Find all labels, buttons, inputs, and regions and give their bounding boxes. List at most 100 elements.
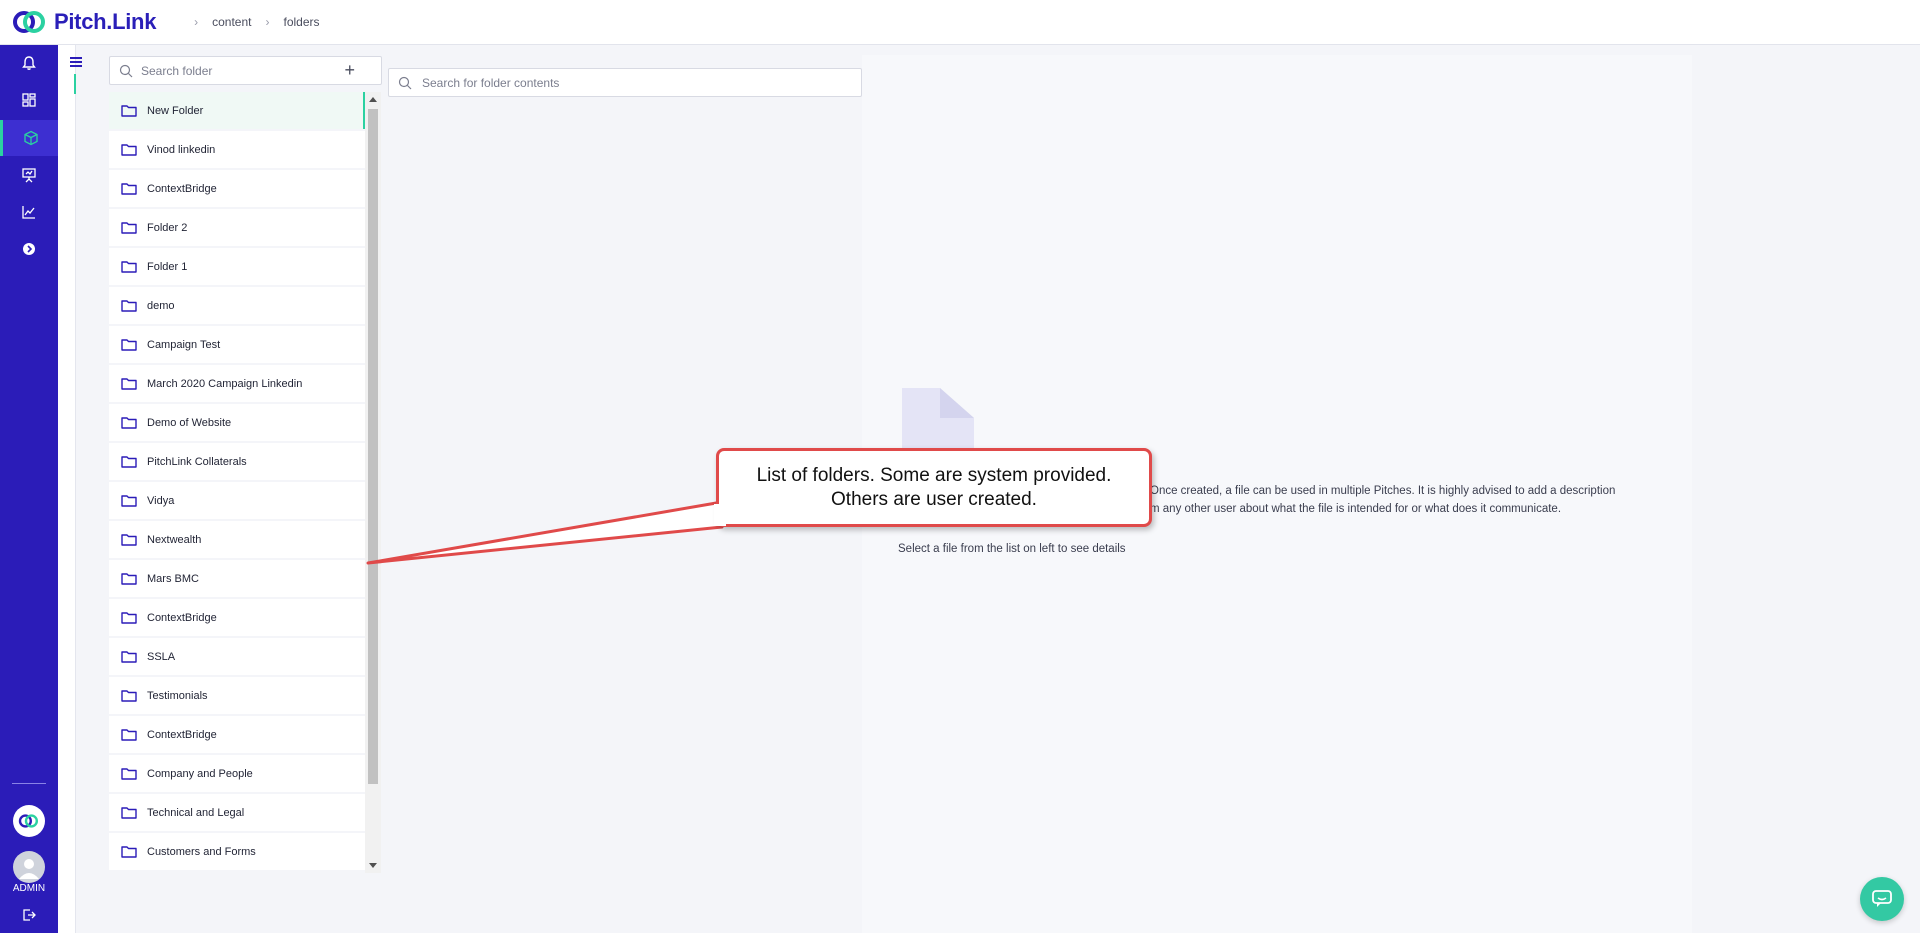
pitches-nav[interactable]	[0, 157, 58, 193]
folder-list-item[interactable]: Folder 2	[109, 209, 365, 246]
rail-divider	[12, 783, 46, 784]
user-avatar[interactable]	[13, 851, 45, 883]
folder-icon	[121, 533, 137, 546]
folder-name: PitchLink Collaterals	[147, 455, 247, 468]
folder-list-item[interactable]: ContextBridge	[109, 716, 365, 753]
folder-list-item[interactable]: Testimonials	[109, 677, 365, 714]
user-icon	[19, 859, 39, 879]
scroll-down-arrow[interactable]	[369, 863, 377, 868]
folder-icon	[121, 650, 137, 663]
folder-name: Campaign Test	[147, 338, 221, 351]
expand-nav[interactable]	[0, 231, 58, 267]
folder-name: Nextwealth	[147, 533, 202, 546]
chevron-right-icon: ›	[194, 15, 199, 29]
breadcrumb-folders[interactable]: folders	[284, 15, 320, 29]
content-cube-icon	[23, 130, 38, 146]
folder-icon	[121, 338, 137, 351]
notifications-nav[interactable]	[0, 45, 58, 81]
strip-accent	[74, 74, 76, 94]
folder-list-item[interactable]: Nextwealth	[109, 521, 365, 558]
menu-toggle-icon[interactable]	[70, 57, 82, 69]
folder-name: Vidya	[147, 494, 175, 507]
folder-icon	[121, 377, 137, 390]
folder-list-item[interactable]: Campaign Test	[109, 326, 365, 363]
folder-name: Technical and Legal	[147, 806, 245, 819]
folder-search-input[interactable]	[141, 63, 321, 78]
pitchlink-mark-icon	[18, 814, 38, 828]
content-search-input[interactable]	[422, 75, 842, 90]
description-line-1: Once created, a file can be used in mult…	[1150, 485, 1616, 497]
select-file-hint: Select a file from the list on left to s…	[898, 543, 1126, 555]
scroll-thumb[interactable]	[368, 109, 378, 784]
folder-list: New Folder Vinod linkedin ContextBridge Fol…	[109, 92, 365, 873]
folder-name: March 2020 Campaign Linkedin	[147, 377, 303, 390]
folder-list-item[interactable]: ContextBridge	[109, 599, 365, 636]
search-icon	[398, 76, 412, 89]
breadcrumb: › content › folders	[180, 15, 319, 29]
callout-text: List of folders. Some are system provide…	[756, 464, 1112, 510]
chat-button[interactable]	[1860, 877, 1904, 921]
presentation-icon	[22, 168, 36, 183]
folder-icon	[121, 689, 137, 702]
folder-name: ContextBridge	[147, 611, 217, 624]
folder-icon	[121, 845, 137, 858]
collapse-strip	[58, 45, 76, 933]
folder-icon	[121, 572, 137, 585]
content-nav[interactable]	[0, 120, 58, 156]
file-placeholder-icon	[902, 388, 974, 454]
folder-list-item[interactable]: Customers and Forms	[109, 833, 365, 870]
folder-name: demo	[147, 299, 175, 312]
folder-search-box: +	[109, 56, 382, 85]
folder-name: ContextBridge	[147, 728, 217, 741]
folder-list-scrollbar[interactable]	[365, 92, 381, 873]
folder-name: Demo of Website	[147, 416, 232, 429]
folder-list-item[interactable]: Mars BMC	[109, 560, 365, 597]
arrow-circle-icon	[23, 243, 35, 255]
folder-list-item[interactable]: Company and People	[109, 755, 365, 792]
folder-name: Company and People	[147, 767, 253, 780]
analytics-nav[interactable]	[0, 194, 58, 230]
folder-icon	[121, 104, 137, 117]
folder-name: Mars BMC	[147, 572, 199, 585]
folder-list-item[interactable]: March 2020 Campaign Linkedin	[109, 365, 365, 402]
description-line-2: m any other user about what the file is …	[1150, 503, 1562, 515]
content-search-box	[388, 68, 862, 97]
chevron-right-icon: ›	[265, 15, 270, 29]
folder-list-item[interactable]: demo	[109, 287, 365, 324]
folder-icon	[121, 260, 137, 273]
top-bar: Pitch.Link › content › folders	[0, 0, 1920, 45]
folder-list-item[interactable]: Folder 1	[109, 248, 365, 285]
annotation-callout: List of folders. Some are system provide…	[716, 448, 1152, 527]
folder-list-item[interactable]: Technical and Legal	[109, 794, 365, 831]
folder-list-item[interactable]: SSLA	[109, 638, 365, 675]
folder-list-item[interactable]: Vidya	[109, 482, 365, 519]
folder-icon	[121, 416, 137, 429]
chat-bubble-icon	[1872, 890, 1892, 907]
folder-icon	[121, 221, 137, 234]
scroll-up-arrow[interactable]	[369, 97, 377, 102]
dashboard-nav[interactable]	[0, 82, 58, 118]
file-detail-description: Once created, a file can be used in mult…	[1150, 482, 1690, 518]
folder-icon	[121, 611, 137, 624]
logout-nav[interactable]	[0, 897, 58, 933]
folder-list-item[interactable]: Vinod linkedin	[109, 131, 365, 168]
org-avatar[interactable]	[13, 805, 45, 837]
folder-list-item[interactable]: Demo of Website	[109, 404, 365, 441]
add-folder-button[interactable]: +	[344, 60, 355, 81]
folder-list-item[interactable]: New Folder	[109, 92, 365, 129]
folder-name: SSLA	[147, 650, 176, 663]
folder-list-item[interactable]: PitchLink Collaterals	[109, 443, 365, 480]
folder-name: Folder 2	[147, 221, 188, 234]
breadcrumb-content[interactable]: content	[212, 15, 251, 29]
folder-icon	[121, 299, 137, 312]
folder-name: Folder 1	[147, 260, 188, 273]
folder-name: Vinod linkedin	[147, 143, 216, 156]
folder-icon	[121, 143, 137, 156]
folder-icon	[121, 494, 137, 507]
nav-rail: ADMIN	[0, 45, 58, 933]
user-role-label: ADMIN	[12, 883, 46, 894]
folder-list-item[interactable]: ContextBridge	[109, 170, 365, 207]
folder-name: Testimonials	[147, 689, 208, 702]
dashboard-icon	[22, 93, 36, 107]
brand-logo[interactable]: Pitch.Link	[12, 7, 156, 37]
